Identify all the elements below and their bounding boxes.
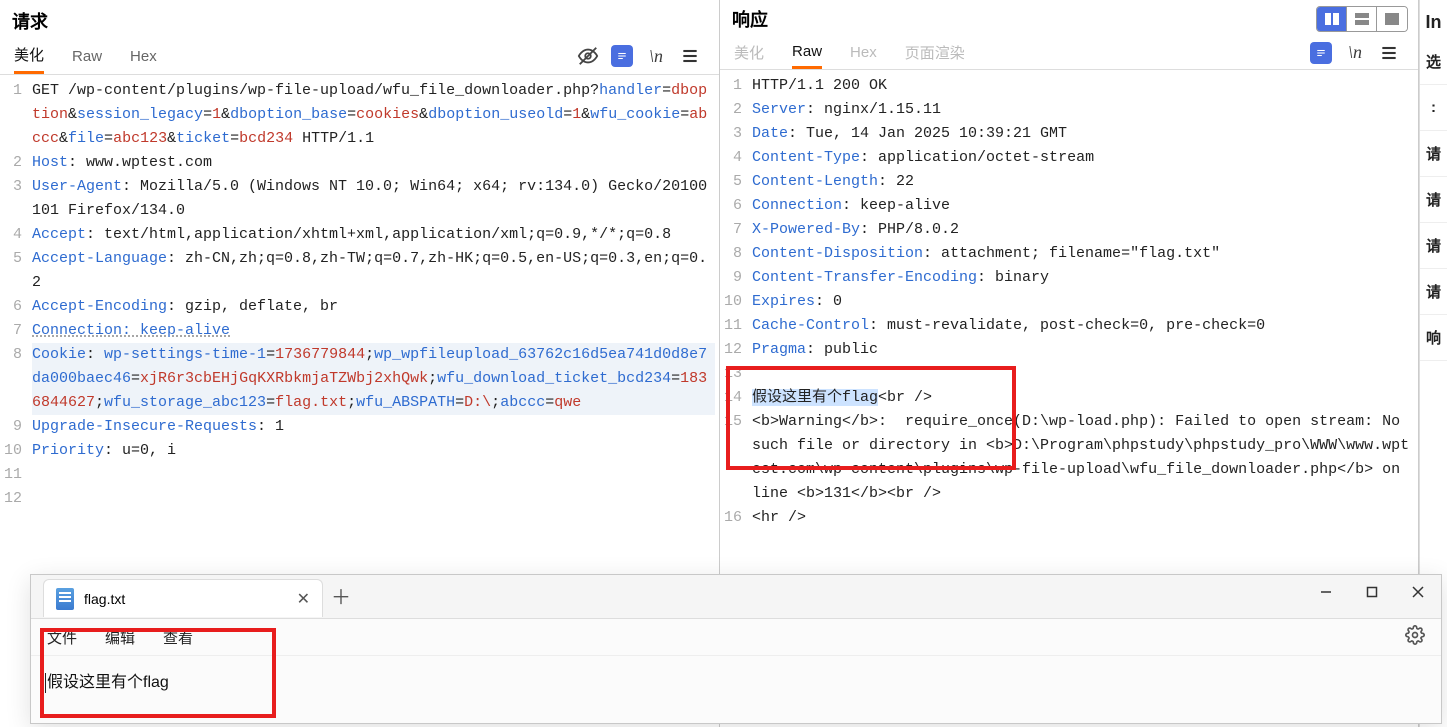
view-layout-buttons xyxy=(1316,6,1408,32)
code-line: Upgrade-Insecure-Requests: 1 xyxy=(32,415,715,439)
notepad-text: 假设这里有个flag xyxy=(47,674,169,691)
notepad-titlebar[interactable]: flag.txt ✕ ＋ xyxy=(31,575,1441,619)
code-line: Host: www.wptest.com xyxy=(32,151,715,175)
notepad-window: flag.txt ✕ ＋ 文件 编辑 查看 假设这里有个flag xyxy=(30,574,1442,724)
visibility-off-icon[interactable] xyxy=(577,45,599,67)
notepad-menubar: 文件 编辑 查看 xyxy=(31,619,1441,656)
close-window-button[interactable] xyxy=(1395,575,1441,609)
tab-render-resp[interactable]: 页面渲染 xyxy=(905,36,965,69)
tab-pretty-resp[interactable]: 美化 xyxy=(734,36,764,69)
close-tab-icon[interactable]: ✕ xyxy=(297,589,310,609)
layout-single-icon[interactable] xyxy=(1377,7,1407,31)
sidebar-item[interactable]: 请 xyxy=(1420,177,1447,223)
notepad-content[interactable]: 假设这里有个flag xyxy=(31,656,1441,723)
sidebar-item[interactable]: : xyxy=(1420,85,1447,131)
code-line: HTTP/1.1 200 OK xyxy=(752,74,1414,98)
tab-pretty[interactable]: 美化 xyxy=(14,38,44,74)
menu-icon[interactable] xyxy=(679,45,701,67)
code-line: Accept: text/html,application/xhtml+xml,… xyxy=(32,223,715,247)
sidebar-item[interactable]: 响 xyxy=(1420,315,1447,361)
code-line: Server: nginx/1.15.11 xyxy=(752,98,1414,122)
minimize-button[interactable] xyxy=(1303,575,1349,609)
request-title: 请求 xyxy=(12,8,713,34)
code-line: Pragma: public xyxy=(752,338,1414,362)
request-tabs: 美化 Raw Hex \n xyxy=(0,38,719,75)
sidebar-item[interactable]: 选 xyxy=(1420,39,1447,85)
sidebar-item[interactable]: 请 xyxy=(1420,223,1447,269)
code-line: Connection: keep-alive xyxy=(32,319,715,343)
notepad-tab-title: flag.txt xyxy=(84,591,125,607)
response-tabs: 美化 Raw Hex 页面渲染 \n xyxy=(720,36,1418,70)
wrap-text-icon[interactable] xyxy=(1310,42,1332,64)
code-line xyxy=(752,362,1414,386)
newline-icon[interactable]: \n xyxy=(1344,42,1366,64)
code-line: Connection: keep-alive xyxy=(752,194,1414,218)
sidebar-item[interactable]: 请 xyxy=(1420,131,1447,177)
wrap-text-icon[interactable] xyxy=(611,45,633,67)
code-line xyxy=(32,463,715,487)
sidebar-item[interactable]: 请 xyxy=(1420,269,1447,315)
menu-icon[interactable] xyxy=(1378,42,1400,64)
code-line: Content-Length: 22 xyxy=(752,170,1414,194)
tab-raw-resp[interactable]: Raw xyxy=(792,37,822,69)
code-line: <hr /> xyxy=(752,506,1414,530)
code-line: 假设这里有个flag<br /> xyxy=(752,386,1414,410)
tab-raw[interactable]: Raw xyxy=(72,42,102,71)
code-line: Cookie: wp-settings-time-1=1736779844;wp… xyxy=(32,343,715,415)
code-line: Content-Type: application/octet-stream xyxy=(752,146,1414,170)
layout-rows-icon[interactable] xyxy=(1347,7,1377,31)
tab-hex[interactable]: Hex xyxy=(130,42,157,71)
notepad-file-icon xyxy=(56,588,74,610)
code-line: GET /wp-content/plugins/wp-file-upload/w… xyxy=(32,79,715,151)
code-line xyxy=(32,487,715,511)
code-line: Priority: u=0, i xyxy=(32,439,715,463)
code-line: Date: Tue, 14 Jan 2025 10:39:21 GMT xyxy=(752,122,1414,146)
maximize-button[interactable] xyxy=(1349,575,1395,609)
newline-icon[interactable]: \n xyxy=(645,45,667,67)
menu-edit[interactable]: 编辑 xyxy=(105,627,135,648)
new-tab-button[interactable]: ＋ xyxy=(323,581,359,610)
code-line: Expires: 0 xyxy=(752,290,1414,314)
code-line: Accept-Language: zh-CN,zh;q=0.8,zh-TW;q=… xyxy=(32,247,715,295)
code-line: Accept-Encoding: gzip, deflate, br xyxy=(32,295,715,319)
code-line: Content-Transfer-Encoding: binary xyxy=(752,266,1414,290)
layout-columns-icon[interactable] xyxy=(1317,7,1347,31)
code-line: User-Agent: Mozilla/5.0 (Windows NT 10.0… xyxy=(32,175,715,223)
response-title: 响应 xyxy=(732,6,1316,32)
settings-icon[interactable] xyxy=(1405,625,1425,649)
inspector-title: In xyxy=(1420,6,1447,39)
code-line: X-Powered-By: PHP/8.0.2 xyxy=(752,218,1414,242)
code-line: Cache-Control: must-revalidate, post-che… xyxy=(752,314,1414,338)
menu-file[interactable]: 文件 xyxy=(47,627,77,648)
code-line: <b>Warning</b>: require_once(D:\wp-load.… xyxy=(752,410,1414,506)
notepad-tab[interactable]: flag.txt ✕ xyxy=(43,579,323,617)
code-line: Content-Disposition: attachment; filenam… xyxy=(752,242,1414,266)
tab-hex-resp[interactable]: Hex xyxy=(850,38,877,67)
menu-view[interactable]: 查看 xyxy=(163,627,193,648)
